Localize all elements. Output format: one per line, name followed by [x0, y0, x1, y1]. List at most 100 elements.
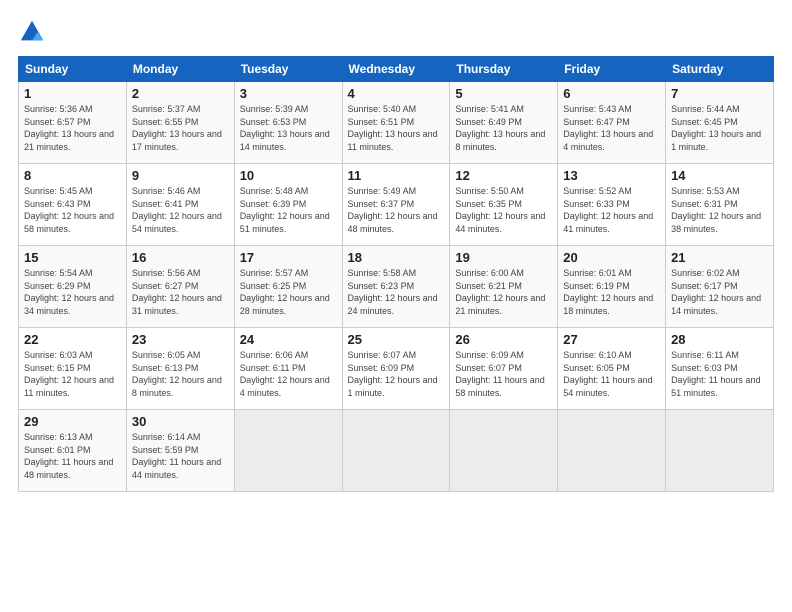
- day-number: 28: [671, 332, 768, 347]
- day-info: Sunrise: 6:07 AMSunset: 6:09 PMDaylight:…: [348, 349, 445, 399]
- day-cell-21: 21 Sunrise: 6:02 AMSunset: 6:17 PMDayligh…: [666, 246, 774, 328]
- day-info: Sunrise: 5:44 AMSunset: 6:45 PMDaylight:…: [671, 103, 768, 153]
- day-info: Sunrise: 6:06 AMSunset: 6:11 PMDaylight:…: [240, 349, 337, 399]
- day-info: Sunrise: 5:49 AMSunset: 6:37 PMDaylight:…: [348, 185, 445, 235]
- weekday-header-row: SundayMondayTuesdayWednesdayThursdayFrid…: [19, 57, 774, 82]
- day-info: Sunrise: 5:58 AMSunset: 6:23 PMDaylight:…: [348, 267, 445, 317]
- day-cell-13: 13 Sunrise: 5:52 AMSunset: 6:33 PMDayligh…: [558, 164, 666, 246]
- day-info: Sunrise: 5:56 AMSunset: 6:27 PMDaylight:…: [132, 267, 229, 317]
- day-info: Sunrise: 5:48 AMSunset: 6:39 PMDaylight:…: [240, 185, 337, 235]
- page: SundayMondayTuesdayWednesdayThursdayFrid…: [0, 0, 792, 612]
- day-cell-26: 26 Sunrise: 6:09 AMSunset: 6:07 PMDayligh…: [450, 328, 558, 410]
- empty-cell: [234, 410, 342, 492]
- header: [18, 18, 774, 46]
- day-number: 23: [132, 332, 229, 347]
- day-number: 16: [132, 250, 229, 265]
- day-info: Sunrise: 6:11 AMSunset: 6:03 PMDaylight:…: [671, 349, 768, 399]
- day-cell-30: 30 Sunrise: 6:14 AMSunset: 5:59 PMDayligh…: [126, 410, 234, 492]
- day-cell-9: 9Sunrise: 5:46 AMSunset: 6:41 PMDaylight…: [126, 164, 234, 246]
- day-cell-17: 17Sunrise: 5:57 AMSunset: 6:25 PMDayligh…: [234, 246, 342, 328]
- day-number: 20: [563, 250, 660, 265]
- weekday-header-tuesday: Tuesday: [234, 57, 342, 82]
- day-info: Sunrise: 5:52 AMSunset: 6:33 PMDaylight:…: [563, 185, 660, 235]
- day-number: 12: [455, 168, 552, 183]
- day-cell-5: 5 Sunrise: 5:41 AMSunset: 6:49 PMDaylight…: [450, 82, 558, 164]
- day-cell-23: 23 Sunrise: 6:05 AMSunset: 6:13 PMDayligh…: [126, 328, 234, 410]
- day-info: Sunrise: 5:45 AMSunset: 6:43 PMDaylight:…: [24, 185, 121, 235]
- day-number: 29: [24, 414, 121, 429]
- day-info: Sunrise: 6:14 AMSunset: 5:59 PMDaylight:…: [132, 431, 229, 481]
- day-info: Sunrise: 6:01 AMSunset: 6:19 PMDaylight:…: [563, 267, 660, 317]
- calendar-week-3: 15 Sunrise: 5:54 AMSunset: 6:29 PMDayligh…: [19, 246, 774, 328]
- day-cell-6: 6 Sunrise: 5:43 AMSunset: 6:47 PMDaylight…: [558, 82, 666, 164]
- day-cell-22: 22Sunrise: 6:03 AMSunset: 6:15 PMDayligh…: [19, 328, 127, 410]
- day-number: 15: [24, 250, 121, 265]
- day-cell-1: 1 Sunrise: 5:36 AMSunset: 6:57 PMDaylight…: [19, 82, 127, 164]
- day-number: 9: [132, 168, 229, 183]
- day-number: 10: [240, 168, 337, 183]
- empty-cell: [558, 410, 666, 492]
- weekday-header-friday: Friday: [558, 57, 666, 82]
- day-number: 3: [240, 86, 337, 101]
- day-number: 24: [240, 332, 337, 347]
- calendar-week-1: 1 Sunrise: 5:36 AMSunset: 6:57 PMDaylight…: [19, 82, 774, 164]
- day-number: 18: [348, 250, 445, 265]
- day-info: Sunrise: 5:41 AMSunset: 6:49 PMDaylight:…: [455, 103, 552, 153]
- day-cell-4: 4 Sunrise: 5:40 AMSunset: 6:51 PMDaylight…: [342, 82, 450, 164]
- day-number: 30: [132, 414, 229, 429]
- weekday-header-sunday: Sunday: [19, 57, 127, 82]
- calendar-week-2: 8 Sunrise: 5:45 AMSunset: 6:43 PMDaylight…: [19, 164, 774, 246]
- day-number: 25: [348, 332, 445, 347]
- empty-cell: [342, 410, 450, 492]
- day-info: Sunrise: 6:09 AMSunset: 6:07 PMDaylight:…: [455, 349, 552, 399]
- weekday-header-wednesday: Wednesday: [342, 57, 450, 82]
- day-cell-20: 20 Sunrise: 6:01 AMSunset: 6:19 PMDayligh…: [558, 246, 666, 328]
- day-info: Sunrise: 5:54 AMSunset: 6:29 PMDaylight:…: [24, 267, 121, 317]
- day-cell-28: 28 Sunrise: 6:11 AMSunset: 6:03 PMDayligh…: [666, 328, 774, 410]
- day-number: 4: [348, 86, 445, 101]
- day-info: Sunrise: 5:36 AMSunset: 6:57 PMDaylight:…: [24, 103, 121, 153]
- day-cell-24: 24 Sunrise: 6:06 AMSunset: 6:11 PMDayligh…: [234, 328, 342, 410]
- weekday-header-saturday: Saturday: [666, 57, 774, 82]
- day-info: Sunrise: 5:43 AMSunset: 6:47 PMDaylight:…: [563, 103, 660, 153]
- day-number: 2: [132, 86, 229, 101]
- day-info: Sunrise: 6:10 AMSunset: 6:05 PMDaylight:…: [563, 349, 660, 399]
- day-number: 14: [671, 168, 768, 183]
- day-cell-2: 2Sunrise: 5:37 AMSunset: 6:55 PMDaylight…: [126, 82, 234, 164]
- day-info: Sunrise: 5:40 AMSunset: 6:51 PMDaylight:…: [348, 103, 445, 153]
- day-number: 6: [563, 86, 660, 101]
- day-cell-11: 11Sunrise: 5:49 AMSunset: 6:37 PMDayligh…: [342, 164, 450, 246]
- day-info: Sunrise: 6:05 AMSunset: 6:13 PMDaylight:…: [132, 349, 229, 399]
- day-info: Sunrise: 5:57 AMSunset: 6:25 PMDaylight:…: [240, 267, 337, 317]
- day-cell-7: 7 Sunrise: 5:44 AMSunset: 6:45 PMDaylight…: [666, 82, 774, 164]
- day-number: 13: [563, 168, 660, 183]
- day-cell-8: 8 Sunrise: 5:45 AMSunset: 6:43 PMDaylight…: [19, 164, 127, 246]
- calendar-week-4: 22Sunrise: 6:03 AMSunset: 6:15 PMDayligh…: [19, 328, 774, 410]
- day-cell-29: 29Sunrise: 6:13 AMSunset: 6:01 PMDayligh…: [19, 410, 127, 492]
- day-info: Sunrise: 5:53 AMSunset: 6:31 PMDaylight:…: [671, 185, 768, 235]
- weekday-header-thursday: Thursday: [450, 57, 558, 82]
- day-number: 8: [24, 168, 121, 183]
- weekday-header-monday: Monday: [126, 57, 234, 82]
- empty-cell: [666, 410, 774, 492]
- empty-cell: [450, 410, 558, 492]
- day-number: 5: [455, 86, 552, 101]
- day-info: Sunrise: 6:00 AMSunset: 6:21 PMDaylight:…: [455, 267, 552, 317]
- day-cell-3: 3Sunrise: 5:39 AMSunset: 6:53 PMDaylight…: [234, 82, 342, 164]
- day-number: 21: [671, 250, 768, 265]
- day-number: 7: [671, 86, 768, 101]
- day-cell-15: 15 Sunrise: 5:54 AMSunset: 6:29 PMDayligh…: [19, 246, 127, 328]
- day-cell-25: 25 Sunrise: 6:07 AMSunset: 6:09 PMDayligh…: [342, 328, 450, 410]
- day-number: 19: [455, 250, 552, 265]
- logo-icon: [18, 18, 46, 46]
- day-cell-18: 18 Sunrise: 5:58 AMSunset: 6:23 PMDayligh…: [342, 246, 450, 328]
- day-info: Sunrise: 5:50 AMSunset: 6:35 PMDaylight:…: [455, 185, 552, 235]
- day-number: 27: [563, 332, 660, 347]
- day-number: 1: [24, 86, 121, 101]
- day-cell-19: 19 Sunrise: 6:00 AMSunset: 6:21 PMDayligh…: [450, 246, 558, 328]
- day-cell-10: 10 Sunrise: 5:48 AMSunset: 6:39 PMDayligh…: [234, 164, 342, 246]
- day-info: Sunrise: 6:02 AMSunset: 6:17 PMDaylight:…: [671, 267, 768, 317]
- calendar-week-5: 29Sunrise: 6:13 AMSunset: 6:01 PMDayligh…: [19, 410, 774, 492]
- day-number: 26: [455, 332, 552, 347]
- day-cell-16: 16 Sunrise: 5:56 AMSunset: 6:27 PMDayligh…: [126, 246, 234, 328]
